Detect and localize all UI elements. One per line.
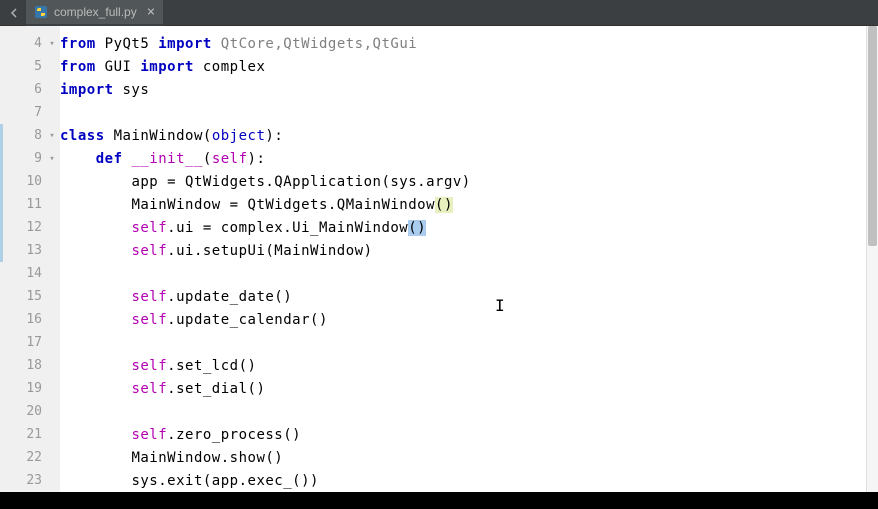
gutter: 4▾ 5 6 7 8▾ 9▾ 10 11 12 13 14 15 16 17 1… [0,26,60,492]
code-line: from GUI import complex [60,55,866,78]
vertical-scrollbar[interactable] [866,26,878,492]
tab-filename: complex_full.py [54,5,137,19]
code-line: class MainWindow(object): [60,124,866,147]
code-line [60,400,866,423]
code-line: self.set_lcd() [60,354,866,377]
gutter-line: 21 [0,423,60,446]
code-line: import sys [60,78,866,101]
gutter-line: 16 [0,308,60,331]
gutter-line: 19 [0,377,60,400]
code-line: MainWindow.show() [60,446,866,469]
gutter-line: 7 [0,101,60,124]
gutter-line: 11 [0,193,60,216]
python-file-icon [34,5,48,19]
gutter-line: 5 [0,55,60,78]
scrollbar-thumb[interactable] [868,26,877,246]
code-area[interactable]: from PyQt5 import QtCore,QtWidgets,QtGui… [60,26,866,492]
code-line [60,331,866,354]
gutter-line: 22 [0,446,60,469]
code-line: MainWindow = QtWidgets.QMainWindow() [60,193,866,216]
code-line [60,262,866,285]
gutter-line: 15 [0,285,60,308]
code-line: app = QtWidgets.QApplication(sys.argv) [60,170,866,193]
tab-bar: complex_full.py × [0,0,878,26]
code-line: sys.exit(app.exec_()) [60,469,866,492]
gutter-line: 14 [0,262,60,285]
fold-region-icon[interactable]: ▾ [46,38,58,50]
gutter-line: 13 [0,239,60,262]
back-button[interactable] [2,1,26,25]
arrow-left-icon [9,8,19,18]
editor: 4▾ 5 6 7 8▾ 9▾ 10 11 12 13 14 15 16 17 1… [0,26,878,492]
code-line: self.update_calendar() [60,308,866,331]
fold-class-icon[interactable]: ▾ [46,130,58,142]
code-line: self.update_date() [60,285,866,308]
code-line: from PyQt5 import QtCore,QtWidgets,QtGui [60,32,866,55]
code-line [60,101,866,124]
gutter-line: 6 [0,78,60,101]
gutter-line: 17 [0,331,60,354]
tab-close-button[interactable]: × [147,5,155,19]
code-line: def __init__(self): [60,147,866,170]
gutter-line: 9▾ [0,147,60,170]
code-line: self.ui = complex.Ui_MainWindow() [60,216,866,239]
code-line: self.set_dial() [60,377,866,400]
gutter-line: 12 [0,216,60,239]
gutter-line: 23 [0,469,60,492]
bottom-border [0,492,878,509]
gutter-line: 10 [0,170,60,193]
code-line: self.ui.setupUi(MainWindow) [60,239,866,262]
gutter-line: 20 [0,400,60,423]
file-tab[interactable]: complex_full.py × [26,0,163,26]
gutter-line: 4▾ [0,32,60,55]
fold-def-icon[interactable]: ▾ [46,153,58,165]
gutter-line: 8▾ [0,124,60,147]
code-line: self.zero_process() [60,423,866,446]
gutter-line: 18 [0,354,60,377]
